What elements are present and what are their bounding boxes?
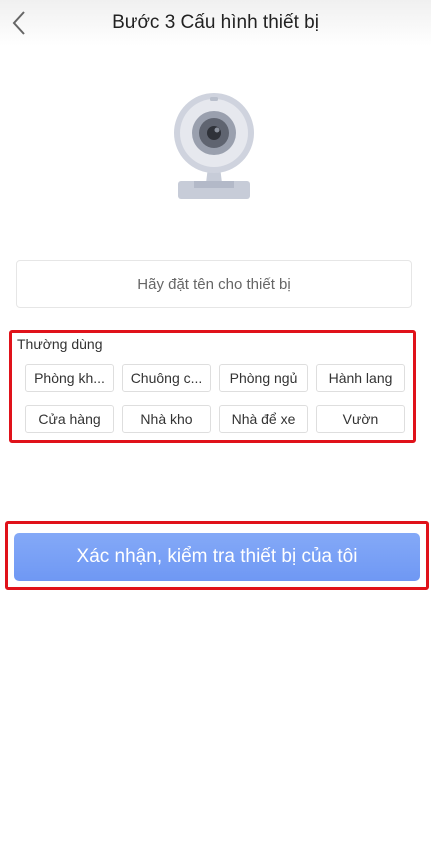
common-names-label: Thường dùng bbox=[17, 336, 103, 352]
chevron-left-icon bbox=[12, 11, 25, 35]
chip-warehouse[interactable]: Nhà kho bbox=[122, 405, 211, 433]
page-title: Bước 3 Cấu hình thiết bị bbox=[112, 12, 319, 33]
confirm-section: Xác nhận, kiểm tra thiết bị của tôi bbox=[5, 521, 429, 590]
device-name-input[interactable] bbox=[16, 260, 412, 308]
back-button[interactable] bbox=[6, 8, 32, 38]
confirm-button[interactable]: Xác nhận, kiểm tra thiết bị của tôi bbox=[14, 533, 420, 581]
chip-garden[interactable]: Vườn bbox=[316, 405, 405, 433]
webcam-icon bbox=[174, 93, 254, 199]
chip-living-room[interactable]: Phòng kh... bbox=[25, 364, 114, 392]
chip-hallway[interactable]: Hành lang bbox=[316, 364, 405, 392]
chip-garage[interactable]: Nhà để xe bbox=[219, 405, 308, 433]
header-bar: Bước 3 Cấu hình thiết bị bbox=[0, 0, 431, 46]
common-names-section: Thường dùng Phòng kh... Chuông c... Phòn… bbox=[9, 330, 416, 443]
chip-bedroom[interactable]: Phòng ngủ bbox=[219, 364, 308, 392]
chip-doorbell[interactable]: Chuông c... bbox=[122, 364, 211, 392]
chip-store[interactable]: Cửa hàng bbox=[25, 405, 114, 433]
